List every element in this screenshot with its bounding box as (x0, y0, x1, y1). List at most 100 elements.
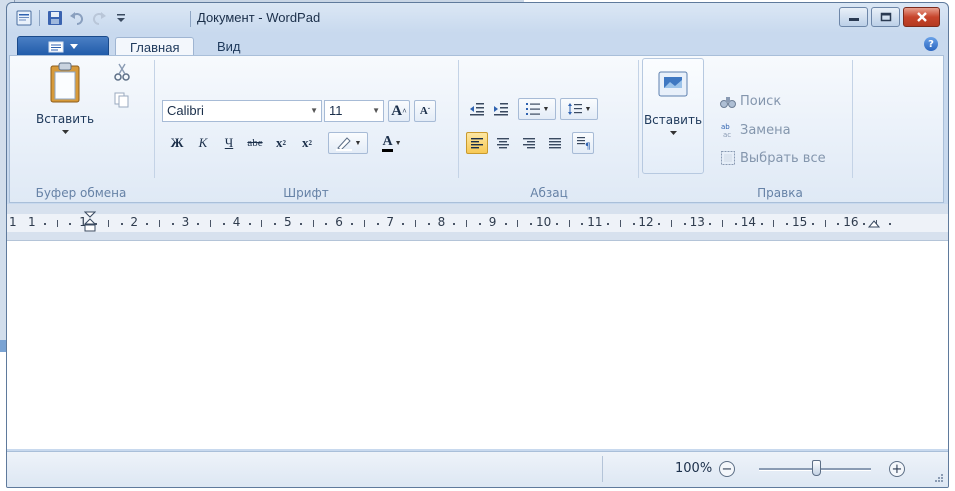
group-separator (458, 60, 459, 178)
chevron-down-icon[interactable]: ▼ (372, 101, 380, 121)
align-left-icon (471, 138, 483, 149)
italic-button[interactable]: К (192, 132, 214, 154)
zoom-slider-thumb[interactable] (812, 460, 821, 476)
shrink-font-button[interactable]: Aˇ (414, 100, 436, 122)
ruler-tick (607, 223, 609, 225)
ruler[interactable]: 1 1 2 3 4 5 6 7 8 9 10 11 12 13 14 15 16 1 (7, 204, 948, 241)
document-area[interactable] (7, 241, 948, 449)
group-insert: Вставить (640, 56, 708, 202)
ruler-label: 10 (536, 215, 552, 229)
select-all-button[interactable]: Выбрать все (720, 150, 826, 166)
group-editing: Поиск ab ac Замена Выбрать все Правка (710, 56, 850, 202)
window-title: Документ - WordPad (197, 10, 321, 25)
close-button[interactable] (903, 7, 940, 27)
ruler-label: 6 (335, 215, 343, 229)
find-label: Поиск (740, 94, 782, 109)
align-left-button[interactable] (466, 132, 488, 154)
font-size-value: 11 (329, 103, 343, 118)
indent-marker-icon[interactable] (84, 211, 96, 235)
chevron-down-icon[interactable]: ▼ (310, 101, 318, 121)
right-indent-marker-icon[interactable] (868, 220, 880, 230)
ruler-tick (619, 220, 621, 227)
ruler-tick (415, 220, 416, 227)
paste-button[interactable]: Вставить (36, 62, 94, 135)
quick-access-toolbar (15, 9, 130, 27)
font-size-combo[interactable]: 11 ▼ (324, 100, 384, 122)
cut-icon[interactable] (114, 62, 130, 85)
ruler-tick (107, 220, 109, 227)
group-label-paragraph: Абзац (530, 186, 568, 200)
zoom-out-button[interactable]: − (719, 461, 735, 477)
ruler-tick (671, 220, 672, 227)
line-spacing-button[interactable]: ▼ (560, 98, 598, 120)
group-separator (154, 60, 155, 178)
customize-qat-icon[interactable] (112, 9, 130, 27)
grow-font-button[interactable]: A ^ (388, 100, 410, 122)
superscript-button[interactable]: x2 (296, 132, 318, 154)
subscript-button[interactable]: x2 (270, 132, 292, 154)
group-separator (852, 60, 853, 178)
ruler-tick (223, 223, 225, 225)
ruler-label: 15 (792, 215, 808, 229)
ruler-tick (248, 223, 251, 225)
zoom-level: 100% (675, 461, 713, 476)
wordpad-app-icon[interactable] (15, 9, 33, 27)
decrease-indent-button[interactable] (466, 98, 488, 120)
zoom-in-button[interactable]: + (889, 461, 905, 477)
strikethrough-button[interactable]: abe (244, 132, 266, 154)
align-right-icon (523, 138, 535, 149)
maximize-button[interactable] (871, 7, 900, 27)
justify-button[interactable] (544, 132, 566, 154)
tab-home[interactable]: Главная (115, 37, 195, 57)
ruler-tick (376, 223, 379, 225)
decrease-indent-icon (470, 103, 484, 116)
font-color-button[interactable]: A ▼ (372, 132, 412, 154)
paste-label: Вставить (36, 112, 95, 126)
increase-indent-button[interactable] (490, 98, 512, 120)
ruler-tick (504, 223, 507, 225)
maximize-icon (880, 12, 891, 22)
ruler-tick (146, 223, 149, 225)
svg-text:¶: ¶ (585, 142, 590, 150)
ruler-tick (56, 220, 58, 227)
application-menu-button[interactable] (17, 36, 109, 57)
paragraph-icon: ¶ (577, 137, 590, 150)
paragraph-button[interactable]: ¶ (572, 132, 594, 154)
chevron-down-icon (70, 43, 78, 49)
ruler-tick (773, 220, 775, 227)
help-icon[interactable]: ? (924, 37, 938, 51)
minimize-button[interactable] (839, 7, 868, 27)
ruler-tick (581, 223, 584, 225)
ruler-tick (479, 223, 481, 225)
bullets-button[interactable]: ▼ (518, 98, 556, 120)
highlight-color-button[interactable]: ▼ (328, 132, 368, 154)
undo-icon[interactable] (68, 9, 86, 27)
group-font: Calibri ▼ 11 ▼ A ^ Aˇ Ж К Ч abe x2 x2 ▼ A… (156, 56, 456, 202)
font-family-combo[interactable]: Calibri ▼ (162, 100, 322, 122)
ruler-label: 7 (386, 215, 395, 229)
bold-button[interactable]: Ж (166, 132, 188, 154)
window-controls (839, 7, 940, 27)
copy-icon[interactable] (114, 92, 130, 111)
ruler-label: 13 (689, 215, 705, 229)
save-icon[interactable] (46, 9, 64, 27)
insert-picture-button[interactable]: Вставить (642, 58, 704, 174)
ruler-tick (312, 220, 314, 227)
tab-view[interactable]: Вид (203, 37, 255, 56)
ruler-tick (760, 223, 763, 225)
ruler-tick (735, 223, 737, 225)
align-right-button[interactable] (518, 132, 540, 154)
ruler-label: 8 (437, 215, 446, 229)
select-all-label: Выбрать все (740, 150, 826, 166)
group-separator (638, 60, 639, 178)
redo-icon[interactable] (90, 9, 108, 27)
align-center-button[interactable] (492, 132, 514, 154)
resize-grip-icon[interactable] (934, 473, 944, 483)
ruler-tick (863, 223, 865, 225)
ruler-tick (683, 223, 686, 225)
ruler-label: 4 (232, 215, 241, 229)
find-button[interactable]: Поиск (720, 94, 781, 109)
replace-button[interactable]: ab ac Замена (720, 122, 791, 139)
line-spacing-icon (567, 103, 582, 115)
underline-button[interactable]: Ч (218, 132, 240, 154)
